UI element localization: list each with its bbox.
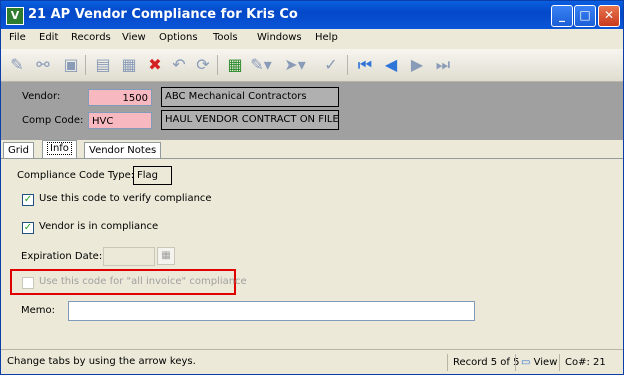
- view-label: View: [533, 357, 558, 368]
- close-icon: ✕: [603, 8, 615, 22]
- vendor-input[interactable]: 1500: [88, 89, 152, 106]
- monitor-icon: ▭: [521, 357, 531, 368]
- compliance-code-type-label: Compliance Code Type:: [17, 170, 135, 181]
- last-record-icon[interactable]: ⏭: [431, 53, 455, 77]
- app-logo-icon: V: [6, 7, 24, 25]
- in-compliance-checkbox[interactable]: ✓: [22, 222, 34, 234]
- maximize-icon: □: [579, 8, 591, 22]
- status-hint: Change tabs by using the arrow keys.: [7, 356, 196, 367]
- route-icon[interactable]: ➤▾: [283, 53, 307, 77]
- view-indicator[interactable]: ▭ View: [515, 354, 559, 371]
- compliance-code-type-value: Flag: [133, 166, 172, 185]
- calculator-icon[interactable]: ▦: [223, 53, 247, 77]
- memo-label: Memo:: [21, 305, 56, 316]
- menu-records[interactable]: Records: [71, 32, 111, 43]
- comp-code-description: HAUL VENDOR CONTRACT ON FILE: [161, 110, 339, 130]
- window-title: 21 AP Vendor Compliance for Kris Co: [28, 7, 298, 22]
- menu-bar: File Edit Records View Options Tools Win…: [1, 29, 623, 49]
- menu-edit[interactable]: Edit: [39, 32, 58, 43]
- menu-view[interactable]: View: [122, 32, 146, 43]
- expiration-date-input[interactable]: [103, 247, 155, 266]
- tab-strip: Grid Info Vendor Notes: [1, 140, 623, 158]
- toolbar-separator: [347, 55, 348, 75]
- all-invoice-compliance-label: Use this code for "all invoice" complian…: [39, 276, 247, 287]
- verify-compliance-label: Use this code to verify compliance: [39, 193, 212, 204]
- vendor-name: ABC Mechanical Contractors: [161, 87, 339, 107]
- new-record-icon[interactable]: ✎: [5, 53, 29, 77]
- comp-code-input[interactable]: HVC: [88, 112, 152, 129]
- checkmark-icon: ✓: [23, 194, 33, 205]
- menu-file[interactable]: File: [9, 32, 26, 43]
- tab-info-label: Info: [47, 142, 72, 155]
- app-window: V 21 AP Vendor Compliance for Kris Co _ …: [0, 0, 624, 375]
- tab-vendor-notes[interactable]: Vendor Notes: [84, 142, 162, 158]
- toolbar-separator: [217, 55, 218, 75]
- record-counter: Record 5 of 5: [447, 354, 519, 371]
- status-bar: Change tabs by using the arrow keys. Rec…: [1, 349, 623, 374]
- comp-code-label: Comp Code:: [22, 115, 84, 126]
- first-record-icon[interactable]: ⏮: [353, 53, 377, 77]
- open-icon[interactable]: ▣: [59, 53, 83, 77]
- title-bar[interactable]: V 21 AP Vendor Compliance for Kris Co _ …: [1, 1, 623, 29]
- info-panel: Compliance Code Type: Flag ✓ Use this co…: [1, 158, 623, 350]
- tab-info[interactable]: Info: [42, 140, 77, 158]
- next-record-icon[interactable]: ▶: [405, 53, 429, 77]
- company-number: Co#: 21: [559, 354, 619, 371]
- memo-input[interactable]: [68, 301, 475, 321]
- delete-icon[interactable]: ✖: [143, 53, 167, 77]
- menu-options[interactable]: Options: [159, 32, 198, 43]
- tab-grid[interactable]: Grid: [3, 142, 34, 158]
- menu-help[interactable]: Help: [315, 32, 338, 43]
- maximize-button[interactable]: □: [574, 5, 596, 27]
- save-icon[interactable]: ▦: [117, 53, 141, 77]
- find-icon[interactable]: ⚯: [31, 53, 55, 77]
- undo-icon[interactable]: ↶: [167, 53, 191, 77]
- all-invoice-compliance-checkbox[interactable]: [22, 277, 34, 289]
- expiration-date-label: Expiration Date:: [21, 251, 103, 262]
- previous-record-icon[interactable]: ◀: [379, 53, 403, 77]
- vendor-label: Vendor:: [22, 91, 61, 102]
- attach-icon[interactable]: ✎▾: [249, 53, 273, 77]
- menu-windows[interactable]: Windows: [257, 32, 302, 43]
- toolbar: ✎ ⚯ ▣ ▤ ▦ ✖ ↶ ⟳ ▦ ✎▾ ➤▾ ✓ ⏮ ◀ ▶ ⏭: [1, 49, 623, 82]
- calendar-icon[interactable]: ▦: [157, 247, 175, 265]
- verify-compliance-checkbox[interactable]: ✓: [22, 194, 34, 206]
- in-compliance-label: Vendor is in compliance: [39, 221, 159, 232]
- page-icon[interactable]: ▤: [91, 53, 115, 77]
- refresh-icon[interactable]: ⟳: [191, 53, 215, 77]
- minimize-button[interactable]: _: [551, 5, 573, 27]
- toolbar-separator: [85, 55, 86, 75]
- header-panel: Vendor: 1500 ABC Mechanical Contractors …: [1, 82, 623, 140]
- close-button[interactable]: ✕: [598, 5, 620, 27]
- spell-check-icon[interactable]: ✓: [319, 53, 343, 77]
- minimize-icon: _: [559, 8, 565, 22]
- menu-tools[interactable]: Tools: [213, 32, 238, 43]
- checkmark-icon: ✓: [23, 222, 33, 233]
